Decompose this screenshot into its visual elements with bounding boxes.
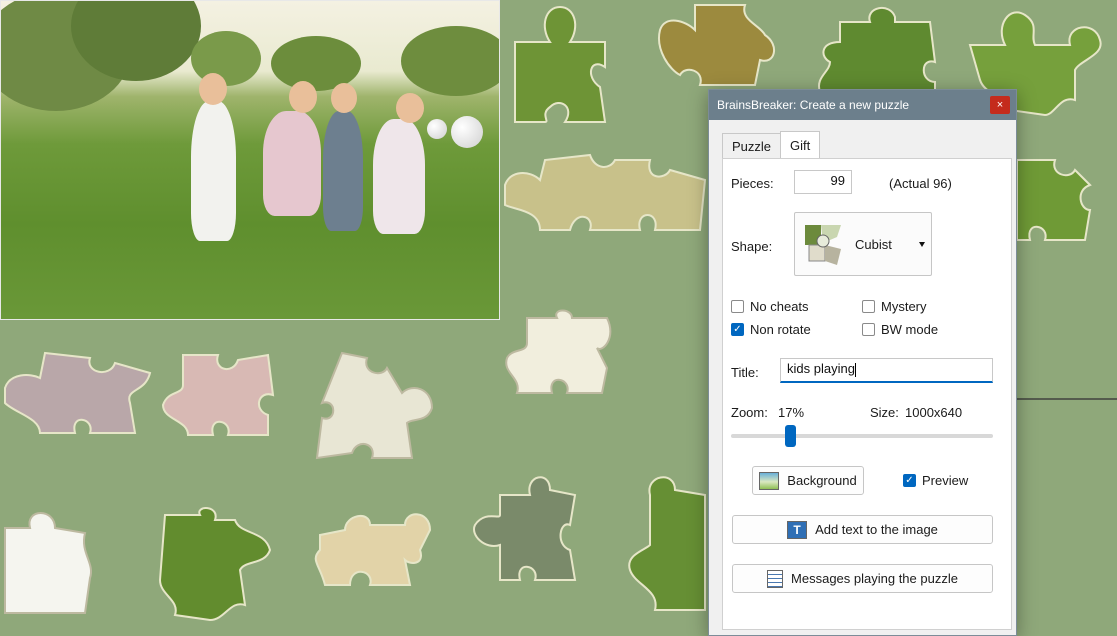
preview-label: Preview [922,473,969,488]
zoom-slider-thumb[interactable] [785,425,796,447]
add-text-button[interactable]: T Add text to the image [732,515,993,544]
kid-figure [373,119,425,234]
preview-image [0,0,500,320]
zoom-value: 17% [778,405,805,420]
puzzle-piece[interactable] [465,465,585,585]
messages-button-label: Messages playing the puzzle [791,571,958,586]
puzzle-piece[interactable] [155,505,275,623]
title-input-value: kids playing [787,361,855,376]
puzzle-piece[interactable] [1015,155,1095,245]
checkbox-box [731,300,744,313]
size-label: Size: [870,405,899,420]
kid-figure [191,101,236,241]
shape-dropdown[interactable]: Cubist [794,212,932,276]
ball [451,116,483,148]
kid-figure [263,111,321,216]
add-text-button-label: Add text to the image [815,522,938,537]
background-button-label: Background [787,473,857,488]
no-cheats-checkbox[interactable]: No cheats [731,299,809,314]
divider-line [1017,398,1117,400]
create-puzzle-dialog: BrainsBreaker: Create a new puzzle × Puz… [708,89,1017,636]
puzzle-piece[interactable] [655,0,785,90]
puzzle-piece[interactable] [312,348,437,463]
title-bar: BrainsBreaker: Create a new puzzle × [709,90,1016,120]
puzzle-piece[interactable] [310,505,435,590]
close-button[interactable]: × [990,96,1010,114]
shape-value: Cubist [855,236,892,252]
tree-foliage [401,26,499,96]
mystery-label: Mystery [881,299,927,314]
kid-head [396,93,424,123]
tab-puzzle[interactable]: Puzzle [722,133,782,159]
title-label: Title: [731,365,759,380]
kid-head [199,73,227,105]
checkbox-box [862,300,875,313]
bw-mode-label: BW mode [881,322,939,337]
puzzle-piece[interactable] [505,2,615,127]
title-input[interactable]: kids playing [780,358,993,383]
chevron-down-icon [919,241,925,247]
pieces-input[interactable]: 99 [794,170,852,194]
ball [427,119,447,139]
puzzle-piece[interactable] [0,503,95,618]
messages-button[interactable]: Messages playing the puzzle [732,564,993,593]
checkbox-box [862,323,875,336]
window-title: BrainsBreaker: Create a new puzzle [717,98,910,112]
text-tool-icon: T [787,520,808,539]
tab-panel: Pieces: 99 (Actual 96) Shape: Cubist No … [722,158,1012,630]
background-button[interactable]: Background [752,466,864,495]
puzzle-piece[interactable] [500,150,710,240]
preview-checkbox[interactable]: ✓ Preview [903,473,968,488]
zoom-label: Zoom: [731,405,768,420]
puzzle-piece[interactable] [620,465,710,615]
check-icon: ✓ [731,323,744,336]
size-value: 1000x640 [905,405,963,420]
non-rotate-checkbox[interactable]: ✓ Non rotate [731,322,811,337]
close-icon: × [996,99,1004,111]
zoom-slider[interactable] [731,425,993,447]
no-cheats-label: No cheats [750,299,809,314]
puzzle-piece[interactable] [158,350,278,440]
kid-head [331,83,357,113]
kid-head [289,81,317,113]
tab-strip: Puzzle Gift [722,131,821,159]
tab-gift[interactable]: Gift [780,131,821,159]
puzzle-piece[interactable] [0,348,155,438]
mystery-checkbox[interactable]: Mystery [862,299,927,314]
bw-mode-checkbox[interactable]: BW mode [862,322,938,337]
kid-figure [323,111,363,231]
puzzle-piece[interactable] [502,308,617,398]
cubist-shape-icon [805,225,841,265]
pieces-label: Pieces: [731,176,774,191]
check-icon: ✓ [903,474,916,487]
puzzle-piece[interactable] [810,2,950,97]
background-icon [759,471,780,490]
document-icon [767,569,784,588]
pieces-actual: (Actual 96) [889,176,952,191]
non-rotate-label: Non rotate [750,322,811,337]
text-cursor [854,362,856,377]
shape-label: Shape: [731,239,773,254]
